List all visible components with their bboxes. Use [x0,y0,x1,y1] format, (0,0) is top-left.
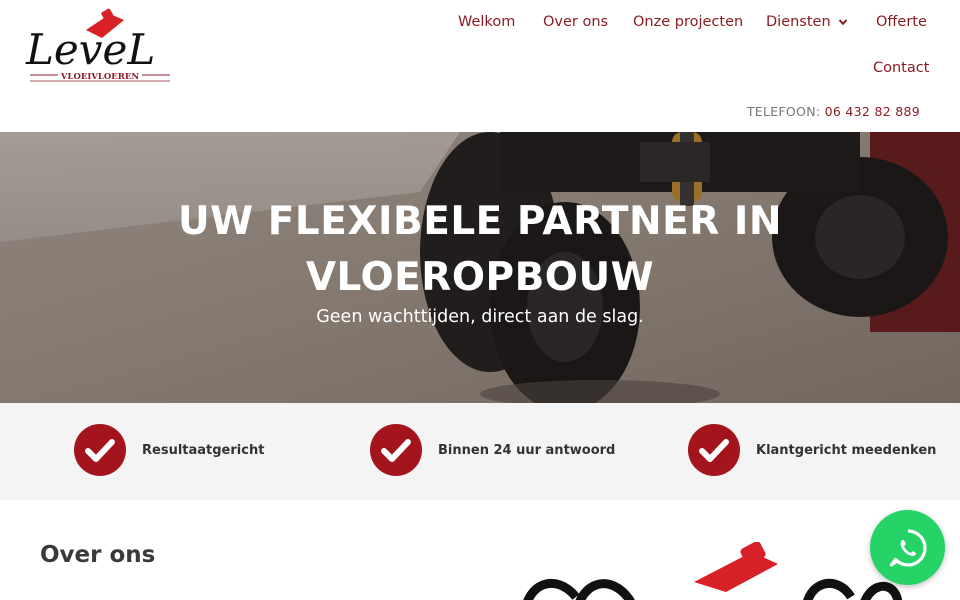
level-logo-icon: LeveL VLOEIVLOEREN [25,8,170,82]
hero-banner: UW FLEXIBELE PARTNER IN VLOEROPBOUW Geen… [0,132,960,403]
feature-label: Binnen 24 uur antwoord [438,442,616,458]
logo-wordmark: LeveL [25,25,155,74]
feature-item: Binnen 24 uur antwoord [370,423,615,477]
site-header: LeveL VLOEIVLOEREN Welkom Over ons Onze … [0,0,960,132]
hero-title-line1: UW FLEXIBELE PARTNER IN [177,199,783,244]
site-logo[interactable]: LeveL VLOEIVLOEREN [24,8,176,86]
chevron-down-icon [838,19,847,26]
about-section: Over ons [0,500,960,600]
nav-diensten-label: Diensten [766,14,831,30]
phone-number-link[interactable]: 06 432 82 889 [825,104,920,119]
nav-over-ons[interactable]: Over ons [543,14,608,30]
phone-info: TELEFOON: 06 432 82 889 [747,104,920,119]
nav-welkom[interactable]: Welkom [458,14,515,30]
check-icon [370,424,422,476]
feature-item: Resultaatgericht [74,423,264,477]
whatsapp-button[interactable] [870,510,945,585]
about-title: Over ons [40,542,156,568]
feature-item: Klantgericht meedenken [688,423,936,477]
hero-title: UW FLEXIBELE PARTNER IN VLOEROPBOUW [0,194,960,306]
whatsapp-icon [889,528,927,567]
nav-diensten[interactable]: Diensten [766,14,848,30]
check-icon [688,424,740,476]
nav-contact[interactable]: Contact [873,60,929,76]
nav-offerte[interactable]: Offerte [876,14,927,30]
feature-label: Resultaatgericht [142,442,265,458]
hero-subtitle: Geen wachttijden, direct aan de slag. [316,307,644,327]
feature-label: Klantgericht meedenken [756,442,937,458]
about-logo-image [523,542,903,600]
nav-onze-projecten[interactable]: Onze projecten [633,14,743,30]
phone-label: TELEFOON: [746,104,821,119]
logo-subtext: VLOEIVLOEREN [60,72,139,82]
features-bar: Resultaatgericht Binnen 24 uur antwoord … [0,403,960,500]
check-icon [74,424,126,476]
hero-title-line2: VLOEROPBOUW [305,255,655,300]
